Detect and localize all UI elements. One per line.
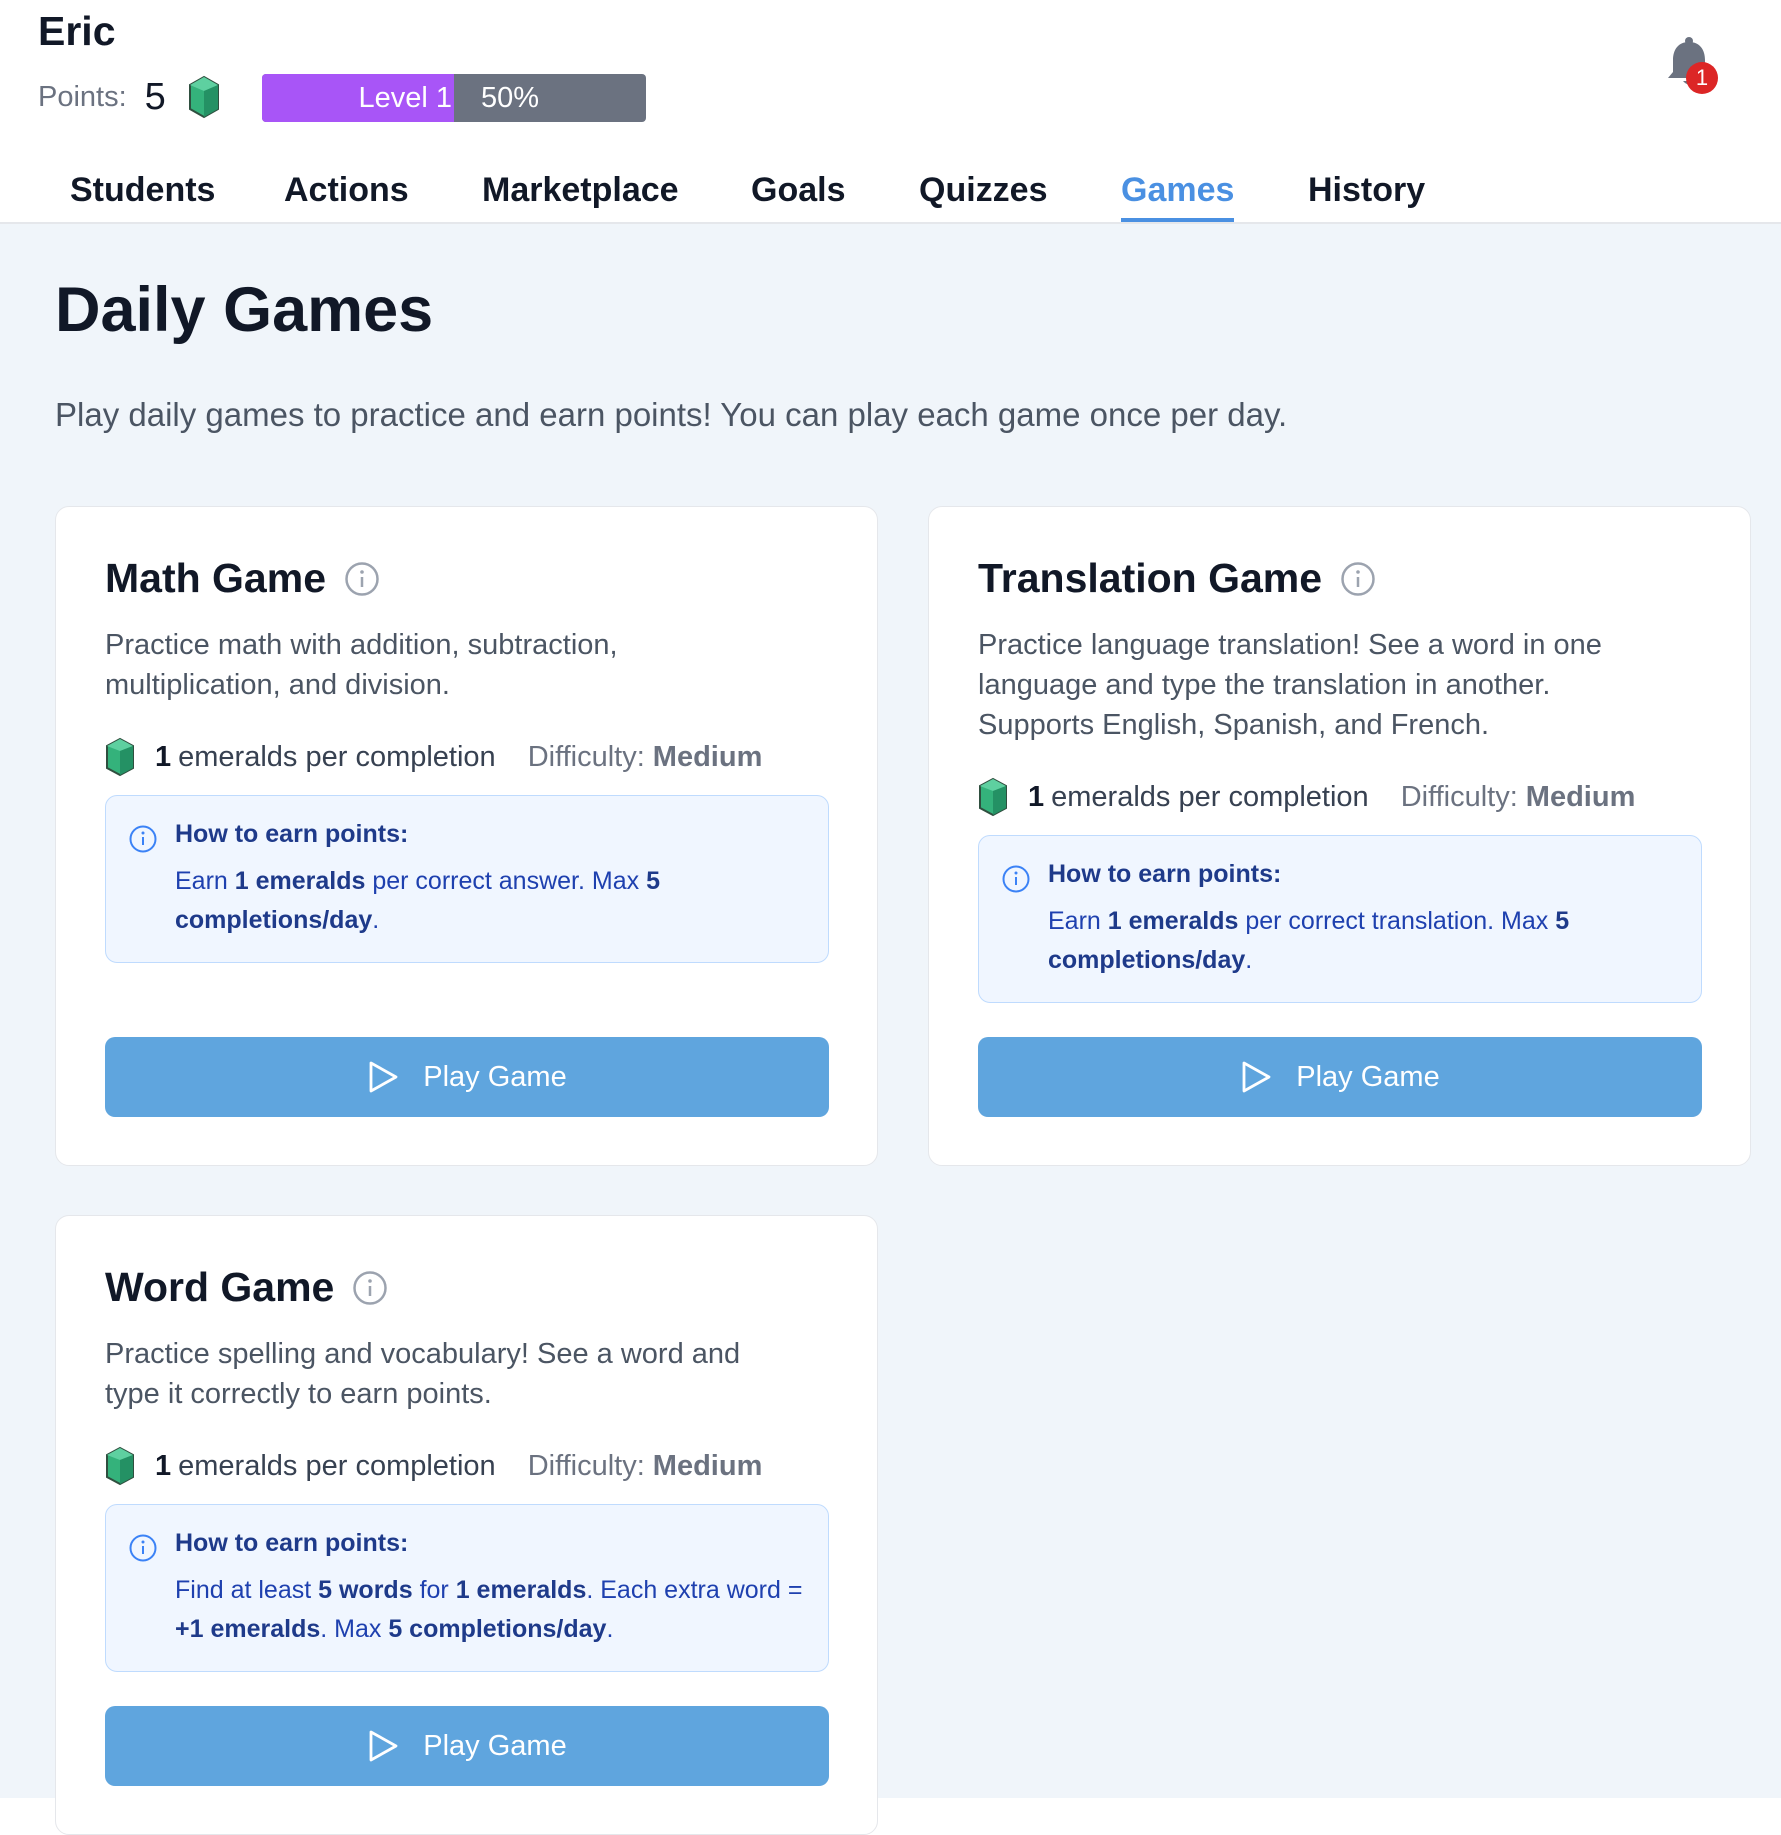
card-title: Translation Game: [978, 555, 1376, 602]
game-meta: 1 emeralds per completion Difficulty: Me…: [978, 775, 1635, 819]
earn-title: How to earn points:: [175, 820, 409, 848]
earn-text: Find at least 5 words for 1 emeralds. Ea…: [175, 1576, 803, 1643]
points-row: Points: 5: [38, 72, 220, 122]
game-meta: 1 emeralds per completion Difficulty: Me…: [105, 735, 762, 779]
main-nav: Students Actions Marketplace Goals Quizz…: [0, 168, 1781, 222]
emerald-icon: [978, 777, 1008, 817]
difficulty-label: Difficulty:: [1400, 780, 1518, 813]
play-icon: [1242, 1061, 1271, 1093]
game-title: Math Game: [105, 555, 326, 601]
tab-history[interactable]: History: [1308, 168, 1425, 222]
app-header: Eric Points: 5 Level 1 50% 1 Students Ac…: [0, 0, 1781, 224]
tab-marketplace[interactable]: Marketplace: [482, 168, 679, 222]
notification-badge: 1: [1686, 62, 1718, 94]
reward-amount: 1: [155, 1449, 172, 1482]
emerald-icon: [188, 75, 220, 119]
tab-goals[interactable]: Goals: [751, 168, 845, 222]
earn-points-box: How to earn points: Earn 1 emeralds per …: [978, 835, 1702, 1003]
reward-text: emeralds per completion: [1051, 780, 1369, 813]
difficulty-label: Difficulty:: [527, 1449, 645, 1482]
play-game-button[interactable]: Play Game: [105, 1706, 829, 1786]
play-game-label: Play Game: [423, 1060, 567, 1093]
play-icon: [369, 1061, 398, 1093]
game-meta: 1 emeralds per completion Difficulty: Me…: [105, 1444, 762, 1488]
level-label: Level 1: [358, 82, 452, 114]
earn-points-box: How to earn points: Earn 1 emeralds per …: [105, 795, 829, 963]
level-percent: 50%: [481, 82, 540, 114]
emerald-icon: [105, 737, 135, 777]
reward-amount: 1: [155, 740, 172, 773]
game-card-translation: Translation Game Practice language trans…: [928, 506, 1751, 1166]
game-title: Translation Game: [978, 555, 1323, 601]
info-icon[interactable]: [352, 1270, 388, 1306]
info-icon: [129, 1534, 157, 1562]
info-icon: [1002, 865, 1030, 893]
info-icon[interactable]: [1340, 561, 1376, 597]
user-name: Eric: [38, 8, 116, 54]
tab-quizzes[interactable]: Quizzes: [919, 168, 1047, 222]
game-title: Word Game: [105, 1264, 335, 1310]
info-icon: [129, 825, 157, 853]
play-game-label: Play Game: [1296, 1060, 1440, 1093]
emerald-icon: [105, 1446, 135, 1486]
reward-text: emeralds per completion: [178, 1449, 496, 1482]
tab-actions[interactable]: Actions: [284, 168, 409, 222]
earn-points-box: How to earn points: Find at least 5 word…: [105, 1504, 829, 1672]
card-title: Word Game: [105, 1264, 388, 1311]
earn-text: Earn 1 emeralds per correct translation.…: [1048, 907, 1570, 974]
page-description: Play daily games to practice and earn po…: [55, 396, 1288, 433]
difficulty-value: Medium: [652, 1449, 763, 1482]
game-card-word: Word Game Practice spelling and vocabula…: [55, 1215, 878, 1835]
reward-amount: 1: [1028, 780, 1045, 813]
level-progress-bar: Level 1 50%: [262, 74, 646, 122]
main-content: Daily Games Play daily games to practice…: [0, 224, 1781, 1835]
points-label: Points:: [38, 80, 127, 113]
points-value: 5: [144, 75, 166, 118]
earn-title: How to earn points:: [1048, 860, 1282, 888]
play-game-button[interactable]: Play Game: [105, 1037, 829, 1117]
play-icon: [369, 1730, 398, 1762]
play-game-button[interactable]: Play Game: [978, 1037, 1702, 1117]
game-description: Practice spelling and vocabulary! See a …: [105, 1338, 741, 1410]
difficulty-value: Medium: [652, 740, 763, 773]
earn-text: Earn 1 emeralds per correct answer. Max …: [175, 867, 660, 934]
info-icon[interactable]: [344, 561, 380, 597]
difficulty-value: Medium: [1525, 780, 1636, 813]
tab-students[interactable]: Students: [70, 168, 215, 222]
tab-games[interactable]: Games: [1121, 168, 1235, 222]
play-game-label: Play Game: [423, 1729, 567, 1762]
game-description: Practice language translation! See a wor…: [978, 629, 1602, 741]
earn-title: How to earn points:: [175, 1529, 409, 1557]
game-card-math: Math Game Practice math with addition, s…: [55, 506, 878, 1166]
card-title: Math Game: [105, 555, 380, 602]
reward-text: emeralds per completion: [178, 740, 496, 773]
difficulty-label: Difficulty:: [527, 740, 645, 773]
game-description: Practice math with addition, subtraction…: [105, 629, 618, 701]
page-title: Daily Games: [55, 275, 434, 345]
